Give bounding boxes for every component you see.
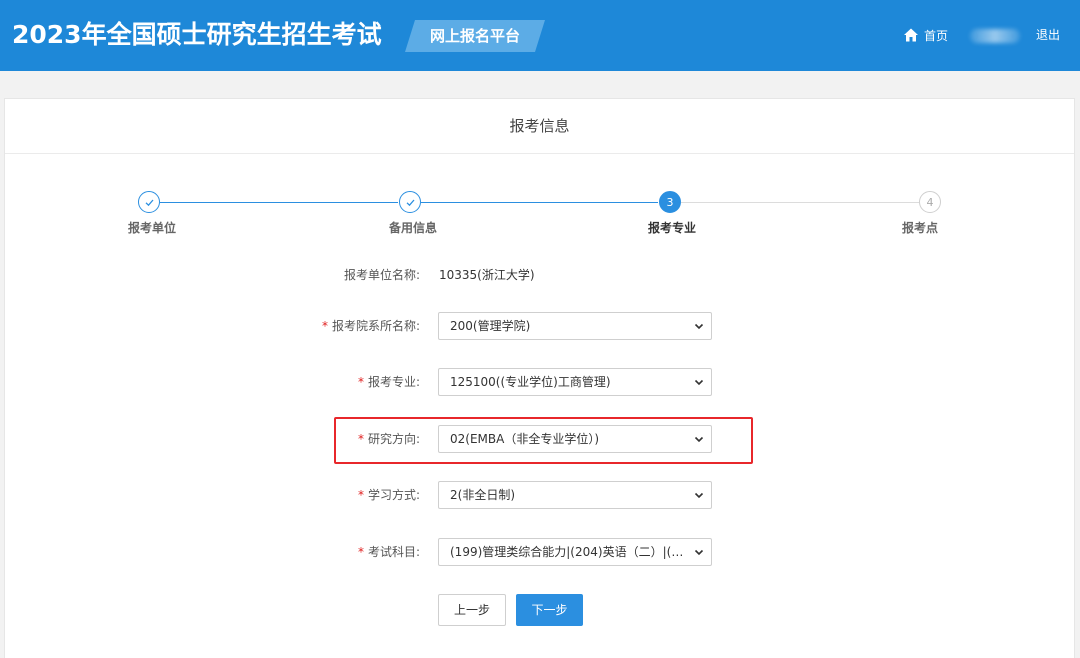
- next-step-button[interactable]: 下一步: [516, 594, 583, 626]
- study-mode-label-text: 学习方式:: [367, 488, 420, 502]
- required-mark: *: [357, 432, 364, 446]
- major-label: * 报考专业:: [20, 368, 420, 396]
- previous-step-button[interactable]: 上一步: [438, 594, 506, 626]
- unit-name-label-text: 报考单位名称:: [343, 268, 420, 282]
- step-1-circle: [138, 191, 160, 213]
- study-mode-label: * 学习方式:: [20, 481, 420, 509]
- direction-label-text: 研究方向:: [367, 432, 420, 446]
- unit-name-value: 10335(浙江大学): [439, 268, 535, 282]
- direction-select[interactable]: 02(EMBA（非全专业学位）): [438, 425, 712, 453]
- direction-select-value: 02(EMBA（非全专业学位）): [450, 432, 600, 446]
- home-icon: [904, 28, 918, 42]
- logout-link[interactable]: 退出: [1036, 25, 1060, 45]
- checkmark-icon: [406, 199, 414, 206]
- department-label: * 报考院系所名称:: [20, 312, 420, 340]
- step-connector-3-4: [681, 202, 919, 203]
- chevron-down-icon: [694, 492, 704, 499]
- step-1-label: 报考单位: [128, 221, 177, 235]
- checkmark-icon: [145, 199, 153, 206]
- unit-name-label: 报考单位名称:: [20, 261, 420, 289]
- required-mark: *: [357, 488, 364, 502]
- subjects-select-value: (199)管理类综合能力|(204)英语（二）|(-...: [450, 545, 688, 559]
- chevron-down-icon: [694, 323, 704, 330]
- step-connector-1-2: [160, 202, 398, 203]
- chevron-down-icon: [694, 436, 704, 443]
- required-mark: *: [357, 375, 364, 389]
- step-connector-2-3: [421, 202, 658, 203]
- study-mode-select-value: 2(非全日制): [450, 488, 515, 502]
- platform-badge-label: 网上报名平台: [429, 27, 520, 45]
- site-title: 2023年全国硕士研究生招生考试: [12, 20, 382, 49]
- home-link[interactable]: 首页: [903, 25, 948, 45]
- step-4-circle: 4: [919, 191, 941, 213]
- home-link-label: 首页: [924, 28, 949, 43]
- major-label-text: 报考专业:: [367, 375, 420, 389]
- step-4-label: 报考点: [902, 221, 939, 235]
- user-name-blurred: [970, 29, 1020, 43]
- platform-badge: 网上报名平台: [405, 20, 545, 52]
- required-mark: *: [357, 545, 364, 559]
- card-title: 报考信息: [5, 99, 1074, 154]
- major-select[interactable]: 125100((专业学位)工商管理): [438, 368, 712, 396]
- step-2-circle: [399, 191, 421, 213]
- chevron-down-icon: [694, 549, 704, 556]
- subjects-label: * 考试科目:: [20, 538, 420, 566]
- step-2-label: 备用信息: [389, 221, 438, 235]
- chevron-down-icon: [694, 379, 704, 386]
- top-header: 2023年全国硕士研究生招生考试 网上报名平台 首页 退出: [0, 0, 1080, 71]
- major-select-value: 125100((专业学位)工商管理): [450, 375, 611, 389]
- step-3-circle: 3: [659, 191, 681, 213]
- department-label-text: 报考院系所名称:: [331, 319, 420, 333]
- study-mode-select[interactable]: 2(非全日制): [438, 481, 712, 509]
- department-select-value: 200(管理学院): [450, 319, 531, 333]
- direction-label: * 研究方向:: [20, 425, 420, 453]
- subjects-select[interactable]: (199)管理类综合能力|(204)英语（二）|(-...: [438, 538, 712, 566]
- department-select[interactable]: 200(管理学院): [438, 312, 712, 340]
- step-3-label: 报考专业: [648, 221, 697, 235]
- subjects-label-text: 考试科目:: [367, 545, 420, 559]
- required-mark: *: [321, 319, 328, 333]
